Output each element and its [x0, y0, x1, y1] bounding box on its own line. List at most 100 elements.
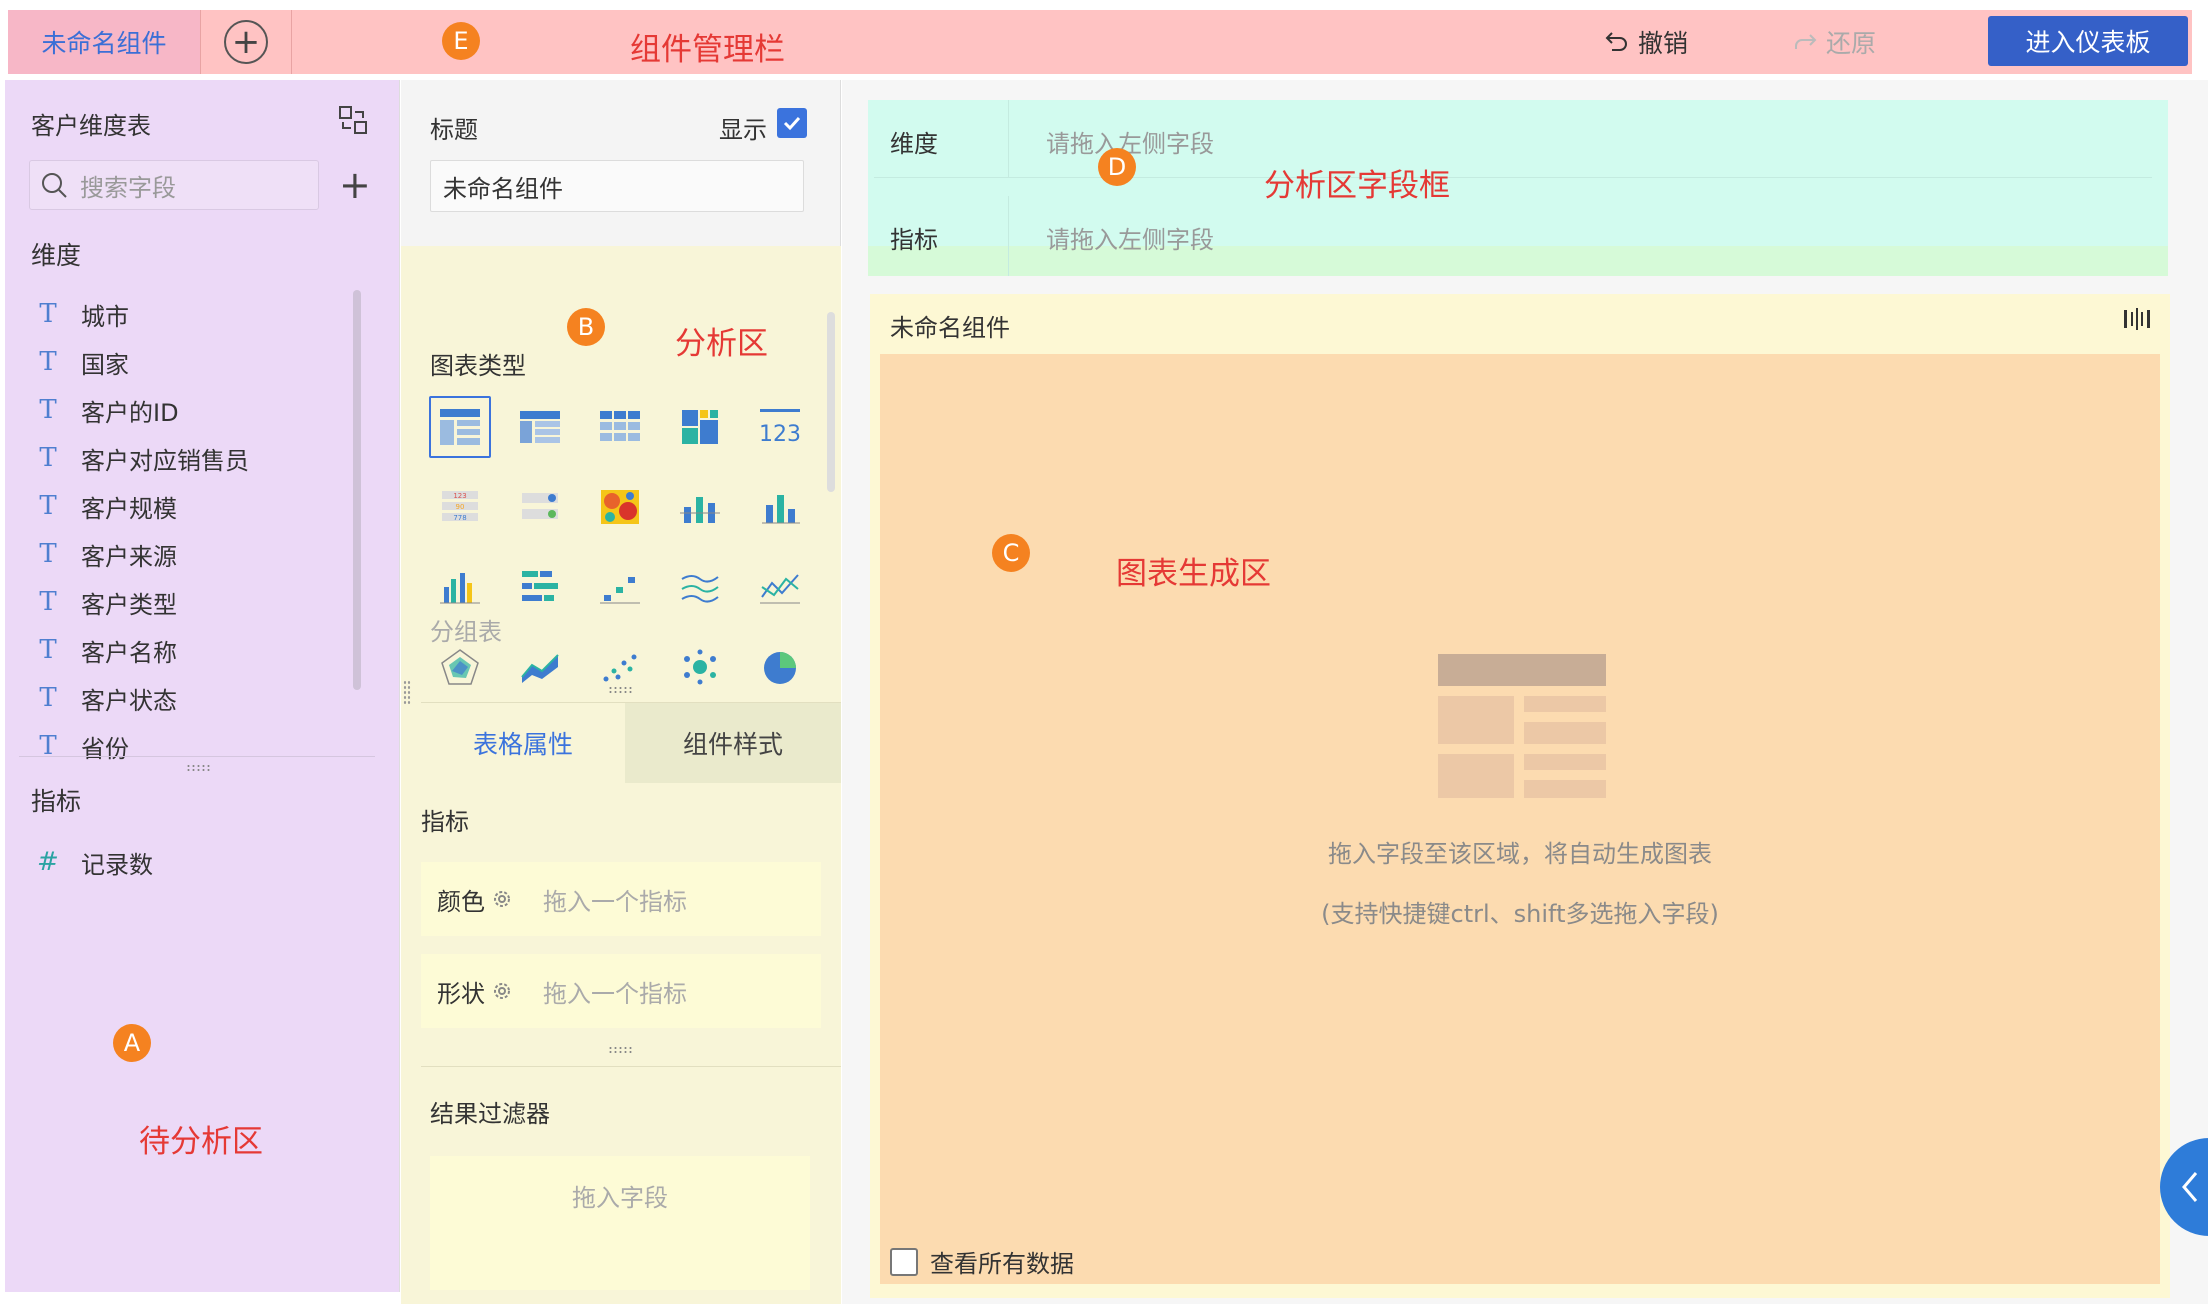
text-type-icon: T: [39, 395, 57, 425]
dimension-item[interactable]: T 客户的ID: [37, 386, 337, 434]
dimension-scrollbar[interactable]: [353, 290, 361, 690]
filter-placeholder: 拖入字段: [572, 1184, 668, 1212]
svg-text:778: 778: [453, 514, 466, 522]
area-chart-icon[interactable]: [509, 636, 571, 698]
region-badge-c: C: [992, 534, 1030, 572]
drag-handle-icon[interactable]: [2122, 306, 2152, 336]
redo-button[interactable]: 还原: [1790, 24, 1876, 60]
measure-row-label: 指标: [890, 226, 938, 254]
measure-drop-zone[interactable]: 请拖入左侧字段: [1046, 220, 1214, 255]
undo-icon: [1605, 32, 1627, 51]
dimension-item[interactable]: T 客户对应销售员: [37, 434, 337, 482]
add-circle-icon: +: [224, 20, 268, 64]
resize-handle[interactable]: [608, 686, 634, 694]
add-field-icon[interactable]: +: [339, 166, 371, 204]
measure-row: 指标 请拖入左侧字段: [874, 196, 2152, 276]
view-all-data-toggle[interactable]: 查看所有数据: [890, 1244, 1074, 1279]
indicator-card-chart-icon[interactable]: 123 90 778: [429, 476, 491, 538]
cross-table-chart-icon[interactable]: [589, 396, 651, 458]
enter-dashboard-button[interactable]: 进入仪表板: [1988, 16, 2188, 66]
text-type-icon: T: [39, 539, 57, 569]
grouped-table-chart-icon[interactable]: [429, 396, 491, 458]
bubble-chart-icon[interactable]: [669, 636, 731, 698]
column-chart-icon[interactable]: [749, 476, 811, 538]
region-label-c: 图表生成区: [1116, 556, 1271, 592]
chart-card: 未命名组件 C 图表生成区 拖入字段至该区域，将自动生成图表 (支持快捷键ctr…: [870, 294, 2170, 1298]
filter-heading: 结果过滤器: [430, 1100, 550, 1128]
treemap-chart-icon[interactable]: [669, 396, 731, 458]
redo-label: 还原: [1826, 29, 1877, 58]
dimension-item[interactable]: T 客户来源: [37, 530, 337, 578]
check-icon: [783, 116, 801, 131]
component-tab[interactable]: 未命名组件: [8, 10, 200, 74]
view-all-label: 查看所有数据: [930, 1250, 1074, 1278]
pane-resize-handle[interactable]: [403, 680, 411, 706]
color-placeholder: 拖入一个指标: [543, 887, 687, 916]
add-component-button[interactable]: +: [200, 10, 292, 74]
shape-drop-zone[interactable]: 形状 拖入一个指标: [421, 954, 821, 1028]
dimension-label: 省份: [81, 734, 129, 763]
region-badge-e: E: [442, 22, 480, 60]
dimension-list: T 城市 T 国家 T 客户的ID T 客户对应销售员 T 客户规模 T 客户来源 T 客户类…: [37, 290, 337, 830]
dimension-item[interactable]: T 城市: [37, 290, 337, 338]
empty-hint-line2: (支持快捷键ctrl、shift多选拖入字段): [1321, 900, 1719, 928]
dimension-item[interactable]: T 客户类型: [37, 578, 337, 626]
divider: [1008, 100, 1009, 178]
dimension-label: 客户状态: [81, 686, 177, 715]
waterfall-chart-icon[interactable]: [589, 556, 651, 618]
region-badge-d: D: [1098, 148, 1136, 186]
pie-chart-icon[interactable]: [749, 636, 811, 698]
svg-text:90: 90: [456, 503, 465, 511]
color-drop-zone[interactable]: 颜色 拖入一个指标: [421, 862, 821, 936]
measure-item[interactable]: # 记录数: [37, 838, 153, 886]
bar-chart-icon[interactable]: [509, 556, 571, 618]
show-title-checkbox[interactable]: [777, 108, 807, 138]
chevron-left-icon: [2182, 1172, 2198, 1202]
dimension-item[interactable]: T 客户名称: [37, 626, 337, 674]
region-label-d: 分析区字段框: [1264, 168, 1450, 204]
tab-component-style[interactable]: 组件样式: [625, 703, 841, 783]
title-input[interactable]: 未命名组件: [430, 160, 804, 212]
status-list-chart-icon[interactable]: [509, 476, 571, 538]
line-chart-icon[interactable]: [749, 556, 811, 618]
chart-type-scrollbar[interactable]: [827, 312, 835, 492]
search-icon: [42, 173, 67, 198]
dimension-item[interactable]: T 国家: [37, 338, 337, 386]
divider: [19, 756, 375, 757]
dimension-label: 客户名称: [81, 638, 177, 667]
dimension-label: 客户对应销售员: [81, 446, 249, 475]
divider: [421, 1066, 841, 1067]
field-drop-box: 维度 请拖入左侧字段 指标 请拖入左侧字段 D 分析区字段框: [868, 100, 2168, 276]
resize-handle[interactable]: [186, 764, 212, 772]
multi-column-chart-icon[interactable]: [429, 556, 491, 618]
empty-table-illustration: [1438, 654, 1606, 802]
multi-line-chart-icon[interactable]: [669, 556, 731, 618]
resize-handle[interactable]: [608, 1046, 634, 1054]
dimension-item[interactable]: T 客户规模: [37, 482, 337, 530]
heatmap-chart-icon[interactable]: [589, 476, 651, 538]
chart-hover-label: 分组表: [430, 618, 502, 646]
view-all-checkbox[interactable]: [890, 1247, 918, 1276]
chart-pane: 维度 请拖入左侧字段 指标 请拖入左侧字段 D 分析区字段框 未命名组件 C 图…: [842, 80, 2208, 1304]
switch-table-icon[interactable]: [337, 104, 369, 140]
tab-table-properties[interactable]: 表格属性: [421, 703, 625, 783]
region-label-a: 待分析区: [139, 1124, 263, 1160]
svg-text:123: 123: [453, 492, 466, 500]
detail-table-chart-icon[interactable]: [509, 396, 571, 458]
gear-icon[interactable]: [491, 888, 513, 910]
gear-icon[interactable]: [491, 980, 513, 1002]
stacked-bar-chart-icon[interactable]: [669, 476, 731, 538]
filter-drop-zone[interactable]: 拖入字段: [430, 1156, 810, 1290]
search-placeholder: 搜索字段: [80, 173, 176, 202]
kpi-number-chart-icon[interactable]: 123: [749, 396, 811, 458]
region-badge-b: B: [567, 308, 605, 346]
chart-generation-area[interactable]: C 图表生成区 拖入字段至该区域，将自动生成图表 (支持快捷键ctrl、shif…: [880, 354, 2160, 1284]
dimension-label: 客户类型: [81, 590, 177, 619]
dimension-item[interactable]: T 客户状态: [37, 674, 337, 722]
undo-button[interactable]: 撤销: [1604, 24, 1688, 60]
table-name: 客户维度表: [31, 112, 151, 140]
dimension-item[interactable]: T 省份: [37, 722, 337, 770]
region-badge-a: A: [113, 1024, 151, 1062]
search-field-input[interactable]: 搜索字段: [29, 160, 319, 210]
color-label: 颜色: [437, 887, 485, 916]
